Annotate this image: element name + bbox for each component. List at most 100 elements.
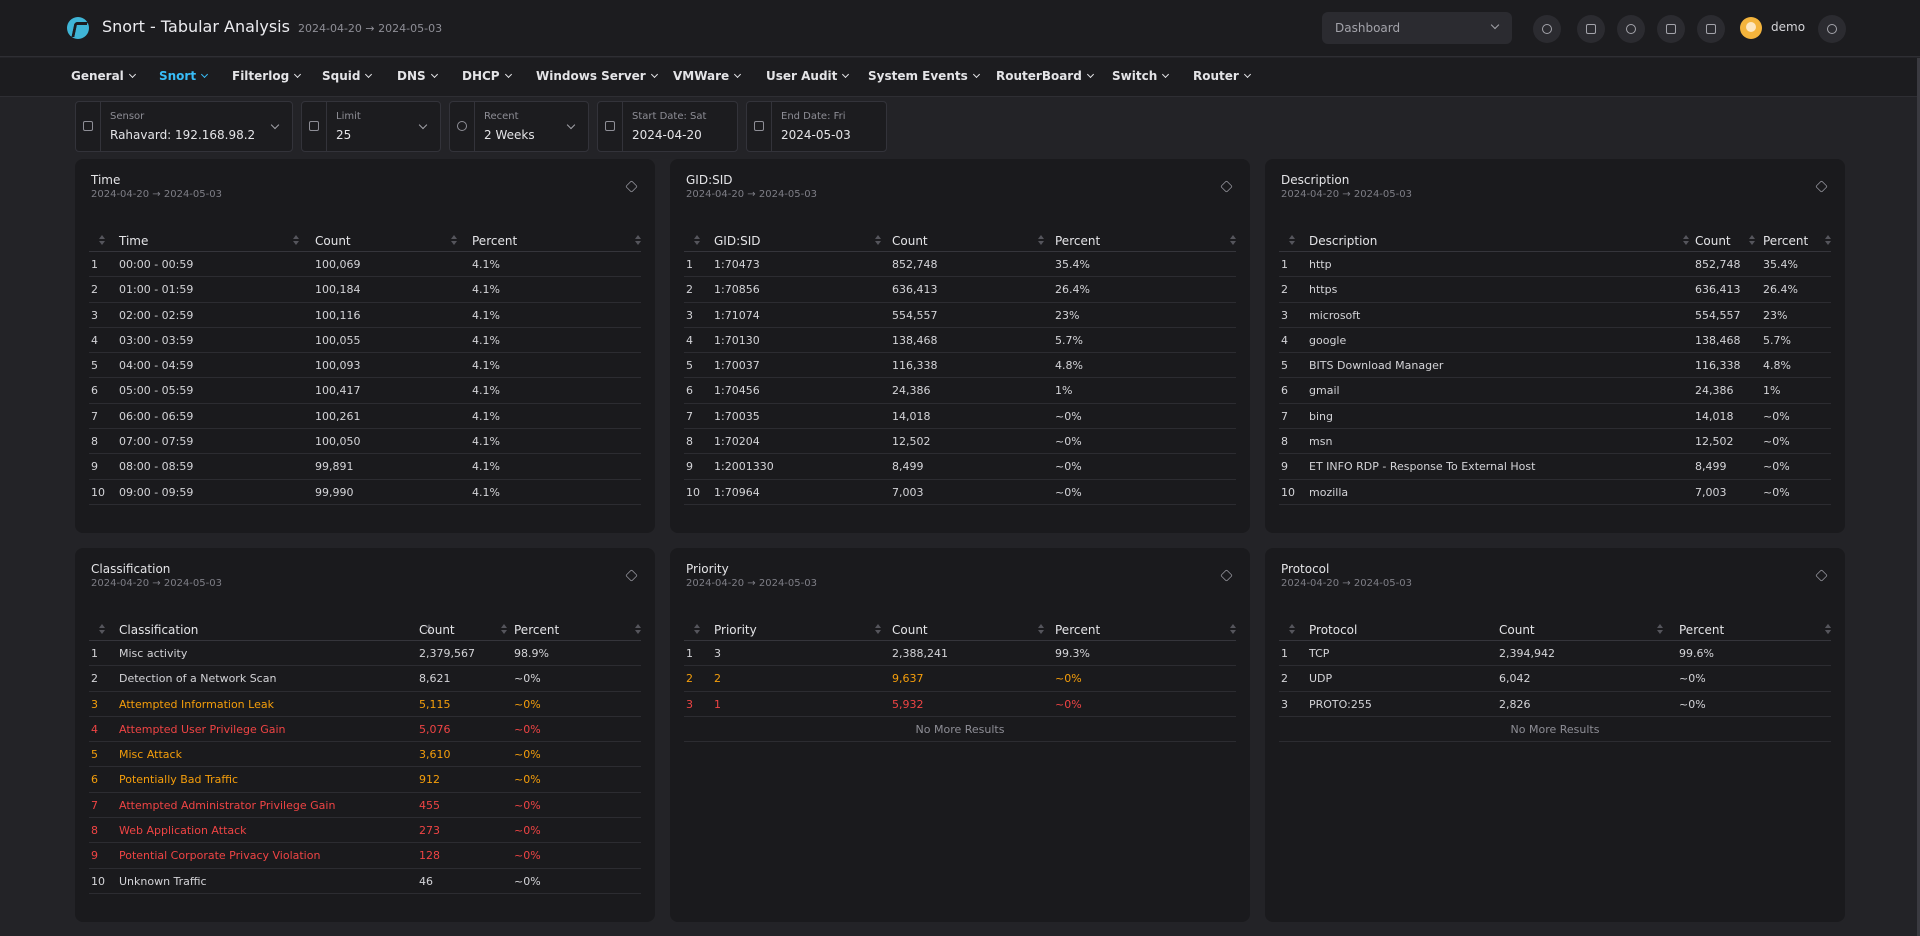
- table-row[interactable]: 5 Misc Attack 3,610 ~0%: [89, 742, 641, 768]
- alert-icon[interactable]: [1617, 15, 1645, 43]
- sensor-select[interactable]: Sensor Rahavard: 192.168.98.2: [75, 101, 293, 152]
- table-row[interactable]: 8 07:00 - 07:59 100,050 4.1%: [89, 429, 641, 455]
- table-row[interactable]: 7 1:70035 14,018 ~0%: [684, 404, 1236, 430]
- table-row[interactable]: 1 3 2,388,241 99.3%: [684, 641, 1236, 667]
- dashboard-select[interactable]: Dashboard: [1322, 12, 1512, 44]
- nav-filterlog[interactable]: Filterlog: [232, 69, 302, 83]
- table-row[interactable]: 1 1:70473 852,748 35.4%: [684, 252, 1236, 278]
- column-header[interactable]: Count: [1499, 623, 1535, 637]
- table-row[interactable]: 9 ET INFO RDP - Response To External Host…: [1279, 454, 1831, 480]
- table-row[interactable]: 1 Misc activity 2,379,567 98.9%: [89, 641, 641, 667]
- layers-icon[interactable]: [1815, 569, 1828, 582]
- table-row[interactable]: 3 02:00 - 02:59 100,116 4.1%: [89, 303, 641, 328]
- table-row[interactable]: 7 06:00 - 06:59 100,261 4.1%: [89, 404, 641, 430]
- sort-icon[interactable]: [501, 623, 507, 635]
- column-header[interactable]: Percent: [472, 234, 517, 248]
- table-row[interactable]: 6 gmail 24,386 1%: [1279, 378, 1831, 404]
- column-header[interactable]: Count: [892, 234, 928, 248]
- table-row[interactable]: 10 mozilla 7,003 ~0%: [1279, 480, 1831, 505]
- nav-switch[interactable]: Switch: [1112, 69, 1170, 83]
- sort-icon[interactable]: [1038, 623, 1044, 635]
- nav-squid[interactable]: Squid: [322, 69, 373, 83]
- sort-icon[interactable]: [1038, 234, 1044, 246]
- table-row[interactable]: 2 2 9,637 ~0%: [684, 666, 1236, 692]
- sort-icon[interactable]: [1825, 234, 1831, 246]
- sort-icon[interactable]: [1825, 623, 1831, 635]
- end-date-field[interactable]: End Date: Fri 2024-05-03: [746, 101, 887, 152]
- table-row[interactable]: 5 1:70037 116,338 4.8%: [684, 353, 1236, 379]
- sort-icon[interactable]: [293, 234, 299, 246]
- table-row[interactable]: 1 00:00 - 00:59 100,069 4.1%: [89, 252, 641, 278]
- sun-icon[interactable]: [1533, 15, 1561, 43]
- layers-icon[interactable]: [625, 180, 638, 193]
- table-row[interactable]: 3 1:71074 554,557 23%: [684, 303, 1236, 328]
- table-row[interactable]: 3 PROTO:255 2,826 ~0%: [1279, 692, 1831, 717]
- column-header[interactable]: Time: [119, 234, 148, 248]
- sort-icon[interactable]: [635, 623, 641, 635]
- table-row[interactable]: 2 01:00 - 01:59 100,184 4.1%: [89, 277, 641, 303]
- sort-icon[interactable]: [635, 234, 641, 246]
- nav-windows-server[interactable]: Windows Server: [536, 69, 658, 83]
- column-header[interactable]: Count: [892, 623, 928, 637]
- briefcase-icon[interactable]: [1697, 15, 1725, 43]
- table-row[interactable]: 5 04:00 - 04:59 100,093 4.1%: [89, 353, 641, 379]
- table-row[interactable]: 8 Web Application Attack 273 ~0%: [89, 818, 641, 844]
- limit-select[interactable]: Limit 25: [301, 101, 441, 152]
- column-header[interactable]: Count: [315, 234, 351, 248]
- layers-icon[interactable]: [1220, 180, 1233, 193]
- sort-icon[interactable]: [1230, 623, 1236, 635]
- fullscreen-icon[interactable]: [1577, 15, 1605, 43]
- table-row[interactable]: 2 UDP 6,042 ~0%: [1279, 666, 1831, 692]
- table-row[interactable]: 2 1:70856 636,413 26.4%: [684, 277, 1236, 303]
- sort-icon[interactable]: [694, 234, 700, 246]
- table-row[interactable]: 10 09:00 - 09:59 99,990 4.1%: [89, 480, 641, 505]
- table-row[interactable]: 4 google 138,468 5.7%: [1279, 328, 1831, 354]
- sort-icon[interactable]: [1683, 234, 1689, 246]
- table-row[interactable]: 6 Potentially Bad Traffic 912 ~0%: [89, 767, 641, 793]
- table-row[interactable]: 4 1:70130 138,468 5.7%: [684, 328, 1236, 354]
- column-header[interactable]: GID:SID: [714, 234, 761, 248]
- sort-icon[interactable]: [875, 623, 881, 635]
- column-header[interactable]: Count: [1695, 234, 1731, 248]
- sort-icon[interactable]: [1749, 234, 1755, 246]
- table-row[interactable]: 7 bing 14,018 ~0%: [1279, 404, 1831, 430]
- sort-icon[interactable]: [1657, 623, 1663, 635]
- sort-icon[interactable]: [451, 234, 457, 246]
- recent-select[interactable]: Recent 2 Weeks: [449, 101, 589, 152]
- start-date-field[interactable]: Start Date: Sat 2024-04-20: [597, 101, 738, 152]
- layers-icon[interactable]: [625, 569, 638, 582]
- nav-routerboard[interactable]: RouterBoard: [996, 69, 1094, 83]
- table-row[interactable]: 2 Detection of a Network Scan 8,621 ~0%: [89, 666, 641, 692]
- nav-dns[interactable]: DNS: [397, 69, 438, 83]
- sort-icon[interactable]: [99, 623, 105, 635]
- layers-icon[interactable]: [1815, 180, 1828, 193]
- table-row[interactable]: 3 1 5,932 ~0%: [684, 692, 1236, 717]
- column-header[interactable]: Description: [1309, 234, 1377, 248]
- column-header[interactable]: Percent: [514, 623, 559, 637]
- table-row[interactable]: 10 Unknown Traffic 46 ~0%: [89, 869, 641, 894]
- nav-user-audit[interactable]: User Audit: [766, 69, 850, 83]
- nav-general[interactable]: General: [71, 69, 136, 83]
- table-row[interactable]: 9 1:2001330 8,499 ~0%: [684, 454, 1236, 480]
- column-header[interactable]: Count: [419, 623, 455, 637]
- table-row[interactable]: 10 1:70964 7,003 ~0%: [684, 480, 1236, 505]
- column-header[interactable]: Protocol: [1309, 623, 1357, 637]
- avatar[interactable]: [1740, 17, 1762, 39]
- table-row[interactable]: 2 https 636,413 26.4%: [1279, 277, 1831, 303]
- table-row[interactable]: 3 microsoft 554,557 23%: [1279, 303, 1831, 328]
- sort-icon[interactable]: [99, 234, 105, 246]
- column-header[interactable]: Priority: [714, 623, 757, 637]
- table-row[interactable]: 1 http 852,748 35.4%: [1279, 252, 1831, 278]
- device-icon[interactable]: [1657, 15, 1685, 43]
- table-row[interactable]: 8 1:70204 12,502 ~0%: [684, 429, 1236, 455]
- gear-icon[interactable]: [1818, 15, 1846, 43]
- table-row[interactable]: 4 03:00 - 03:59 100,055 4.1%: [89, 328, 641, 354]
- user-name[interactable]: demo: [1771, 20, 1805, 34]
- sort-icon[interactable]: [1230, 234, 1236, 246]
- nav-vmware[interactable]: VMWare: [673, 69, 742, 83]
- table-row[interactable]: 9 08:00 - 08:59 99,891 4.1%: [89, 454, 641, 480]
- nav-system-events[interactable]: System Events: [868, 69, 980, 83]
- sort-icon[interactable]: [694, 623, 700, 635]
- table-row[interactable]: 6 1:70456 24,386 1%: [684, 378, 1236, 404]
- sort-icon[interactable]: [875, 234, 881, 246]
